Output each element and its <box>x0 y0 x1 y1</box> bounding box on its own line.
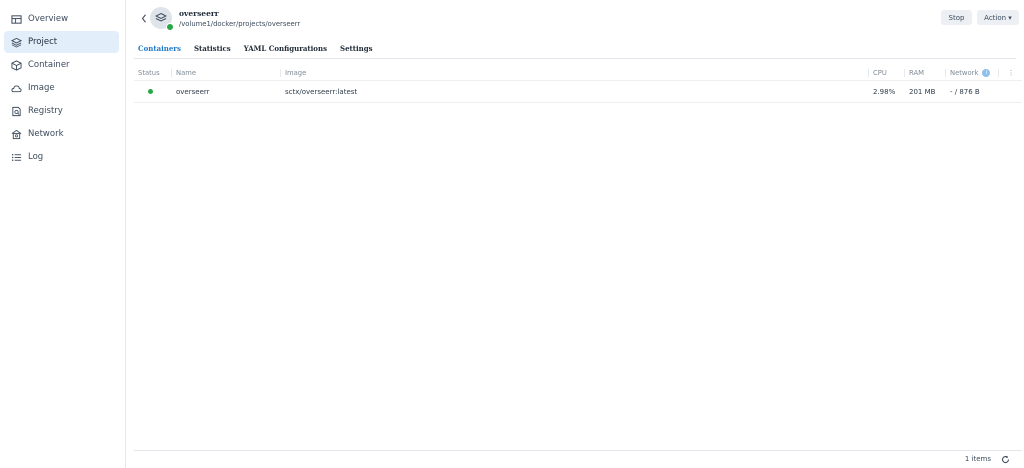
project-status-dot <box>166 23 174 31</box>
footer-divider <box>134 450 1022 451</box>
sidebar-item-container[interactable]: Container <box>4 54 119 76</box>
sidebar-item-label: Image <box>28 83 55 93</box>
action-dropdown-button[interactable]: Action ▾ <box>977 10 1019 25</box>
project-header: overseerr /volume1/docker/projects/overs… <box>126 0 1024 38</box>
containers-table: Status Name Image CPU RAM Network i ⋮ ove… <box>134 66 1022 103</box>
column-header-network-label: Network <box>950 69 979 77</box>
log-icon <box>10 151 22 163</box>
table-footer: 1 items <box>965 452 1010 466</box>
tab-settings[interactable]: Settings <box>340 40 373 58</box>
table-header: Status Name Image CPU RAM Network i ⋮ <box>134 66 1022 81</box>
sidebar-item-overview[interactable]: Overview <box>4 8 119 30</box>
sidebar-item-label: Network <box>28 129 64 139</box>
status-cell <box>134 88 172 96</box>
refresh-icon[interactable] <box>1000 454 1010 464</box>
sidebar-item-label: Container <box>28 60 70 70</box>
back-chevron-icon[interactable] <box>138 11 150 25</box>
overview-icon <box>10 13 22 25</box>
container-name: overseerr <box>176 87 210 96</box>
container-cpu: 2.98% <box>873 87 896 96</box>
sidebar-item-label: Registry <box>28 106 63 116</box>
project-path: /volume1/docker/projects/overseerr <box>179 20 301 28</box>
tab-containers[interactable]: Containers <box>138 40 181 58</box>
container-ram: 201 MB <box>909 87 936 96</box>
sidebar-item-label: Log <box>28 152 44 162</box>
table-row[interactable]: overseerr sctx/overseerr:latest 2.98% 20… <box>134 81 1022 103</box>
sidebar: Overview Project Container Image Registr… <box>0 0 126 468</box>
info-icon[interactable]: i <box>982 69 991 77</box>
column-header-status[interactable]: Status <box>134 69 172 77</box>
container-icon <box>10 59 22 71</box>
stop-button[interactable]: Stop <box>941 10 972 25</box>
sidebar-item-label: Overview <box>28 14 69 24</box>
sidebar-item-log[interactable]: Log <box>4 146 119 168</box>
main-panel: overseerr /volume1/docker/projects/overs… <box>126 0 1024 468</box>
image-cloud-icon <box>10 82 22 94</box>
item-count: 1 items <box>964 455 991 463</box>
tab-bar: Containers Statistics YAML Configuration… <box>138 40 1024 58</box>
tab-yaml-configurations[interactable]: YAML Configurations <box>244 40 327 58</box>
sidebar-item-image[interactable]: Image <box>4 77 119 99</box>
running-status-dot <box>148 88 153 94</box>
project-title: overseerr <box>179 9 219 18</box>
sidebar-item-network[interactable]: Network <box>4 123 119 145</box>
project-icon <box>10 36 22 48</box>
column-header-network[interactable]: Network i <box>946 69 999 77</box>
column-options-icon[interactable]: ⋮ <box>999 69 1019 77</box>
registry-icon <box>10 105 22 117</box>
column-header-ram[interactable]: RAM <box>905 69 946 77</box>
sidebar-item-registry[interactable]: Registry <box>4 100 119 122</box>
tab-divider <box>134 58 1016 59</box>
sidebar-item-project[interactable]: Project <box>4 31 119 53</box>
column-header-name[interactable]: Name <box>172 69 281 77</box>
tab-statistics[interactable]: Statistics <box>194 40 231 58</box>
sidebar-item-label: Project <box>28 37 58 47</box>
column-header-cpu[interactable]: CPU <box>869 69 905 77</box>
container-network: - / 876 B <box>950 87 980 96</box>
container-image: sctx/overseerr:latest <box>285 87 358 96</box>
column-header-image[interactable]: Image <box>281 69 869 77</box>
network-icon <box>10 128 22 140</box>
